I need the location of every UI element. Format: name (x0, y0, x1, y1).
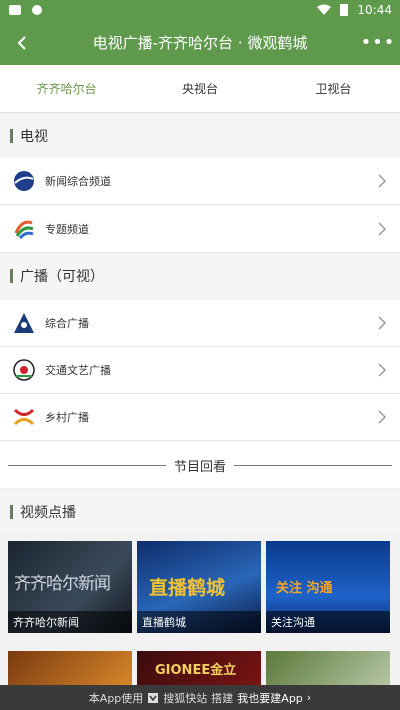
list-item-label: 新闻综合频道 (45, 175, 111, 188)
video-thumb-text: 直播鹤城 (149, 577, 226, 599)
footer-built: 搭建 (211, 691, 234, 705)
app-bar: 电视广播-齐齐哈尔台 · 微观鹤城 ••• (0, 20, 400, 65)
footer-bar[interactable]: 本App使用 搜狐快站 搭建 我也要建App › (0, 685, 400, 710)
rural-radio-logo-icon (13, 408, 35, 426)
list-item-label: 交通文艺广播 (45, 364, 111, 377)
footer-arrow-icon: › (306, 691, 312, 704)
section-radio: 广播（可视） (0, 254, 400, 298)
notification-icon (9, 5, 21, 15)
video-thumb-text: 关注 沟通 (276, 581, 333, 596)
video-thumb-text: GIONEE金立 (155, 663, 237, 678)
footer-text: 本App使用 (88, 691, 144, 705)
list-item-topic[interactable]: 专题频道 (0, 206, 400, 253)
chat-icon (32, 5, 42, 15)
chevron-right-icon (378, 410, 387, 424)
section-title: 视频点播 (20, 505, 76, 521)
tab-qiqihar[interactable]: 齐齐哈尔台 (0, 65, 133, 112)
video-caption: 直播鹤城 (137, 611, 261, 633)
section-vod: 视频点播 (0, 490, 400, 534)
video-caption: 关注沟通 (266, 611, 390, 633)
list-item-rural-radio[interactable]: 乡村广播 (0, 394, 400, 441)
footer-cta[interactable]: 我也要建App (237, 690, 303, 706)
chevron-right-icon (378, 316, 387, 330)
section-tv: 电视 (0, 114, 400, 158)
video-card[interactable]: 关注 沟通 关注沟通 (266, 541, 390, 633)
topic-channel-logo-icon (14, 219, 34, 240)
sohu-logo-icon (148, 692, 159, 703)
battery-icon (340, 4, 349, 16)
status-bar: 10:44 (0, 0, 400, 20)
back-button[interactable] (0, 20, 44, 65)
footer-brand: 搜狐快站 (163, 691, 208, 705)
list-item-label: 乡村广播 (45, 411, 89, 424)
section-title: 电视 (20, 129, 48, 145)
list-item-general-radio[interactable]: 综合广播 (0, 300, 400, 347)
list-item-label: 专题频道 (45, 223, 89, 236)
video-thumb-text: 齐齐哈尔新闻 (14, 574, 111, 594)
traffic-radio-logo-icon (13, 359, 35, 381)
general-radio-logo-icon (14, 313, 34, 333)
wifi-icon (317, 4, 332, 15)
chevron-right-icon (378, 174, 387, 188)
more-button[interactable]: ••• (356, 20, 400, 65)
video-caption: 齐齐哈尔新闻 (8, 611, 132, 633)
tab-satellite[interactable]: 卫视台 (267, 65, 400, 112)
tab-cctv[interactable]: 央视台 (133, 65, 266, 112)
status-time: 10:44 (357, 3, 392, 17)
page-title: 电视广播-齐齐哈尔台 · 微观鹤城 (92, 34, 308, 52)
section-title: 广播（可视） (20, 269, 104, 285)
news-channel-logo-icon (14, 171, 34, 191)
video-card[interactable]: 直播鹤城 直播鹤城 (137, 541, 261, 633)
tab-bar: 齐齐哈尔台 央视台 卫视台 (0, 65, 400, 113)
list-item-traffic-radio[interactable]: 交通文艺广播 (0, 347, 400, 394)
list-item-news[interactable]: 新闻综合频道 (0, 158, 400, 205)
chevron-right-icon (378, 222, 387, 236)
replay-divider: 节目回看 (0, 442, 400, 488)
list-item-label: 综合广播 (45, 317, 89, 330)
chevron-right-icon (378, 363, 387, 377)
back-icon (17, 35, 26, 50)
video-card[interactable]: 齐齐哈尔新闻 齐齐哈尔新闻 (8, 541, 132, 633)
replay-title: 节目回看 (174, 459, 227, 475)
